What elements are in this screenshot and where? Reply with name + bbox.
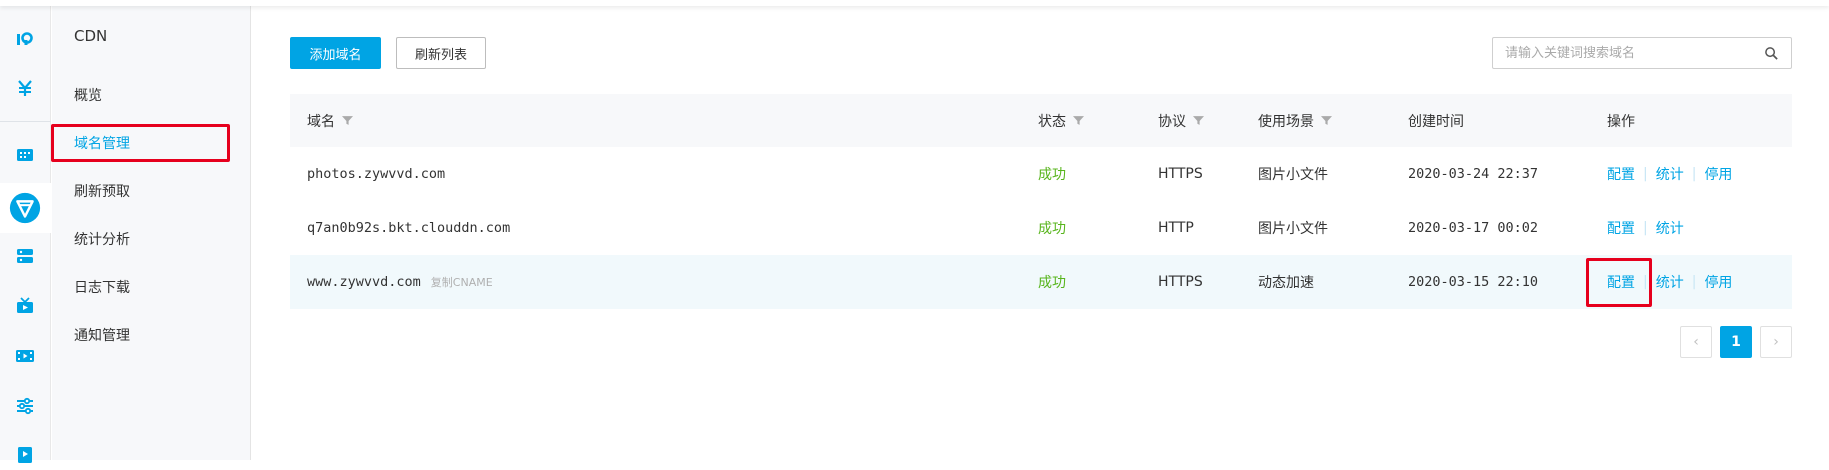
sidebar-item-statistics[interactable]: 统计分析 <box>74 229 130 249</box>
created-time-cell: 2020-03-24 22:37 <box>1408 166 1539 182</box>
protocol-cell: HTTP <box>1158 220 1194 236</box>
rail-divider <box>0 121 51 122</box>
sidebar-item-notification[interactable]: 通知管理 <box>74 325 130 345</box>
filter-icon[interactable] <box>1321 115 1332 126</box>
domain-cell[interactable]: q7an0b92s.bkt.clouddn.com <box>307 201 510 255</box>
refresh-list-button[interactable]: 刷新列表 <box>396 37 486 69</box>
status-cell: 成功 <box>1038 167 1066 183</box>
protocol-cell: HTTPS <box>1158 166 1203 182</box>
actions-cell: 配置 | 统计 <box>1607 201 1684 255</box>
search-icon[interactable] <box>1764 46 1779 61</box>
header-status-label: 状态 <box>1038 113 1066 130</box>
yen-icon[interactable] <box>9 72 41 104</box>
domain-cell: www.zywvvd.com 复制CNAME <box>307 255 493 309</box>
config-link[interactable]: 配置 <box>1607 218 1635 238</box>
header-scenario[interactable]: 使用场景 <box>1258 94 1332 147</box>
sidebar-item-overview[interactable]: 概览 <box>74 85 102 105</box>
video-icon[interactable] <box>9 340 41 372</box>
storage-icon[interactable] <box>9 240 41 272</box>
top-bar <box>0 0 1829 6</box>
header-status[interactable]: 状态 <box>1038 94 1084 147</box>
add-domain-button[interactable]: 添加域名 <box>290 37 381 69</box>
header-protocol-label: 协议 <box>1158 113 1186 130</box>
header-domain[interactable]: 域名 <box>307 94 353 147</box>
filter-icon[interactable] <box>1073 115 1084 126</box>
status-cell: 成功 <box>1038 275 1066 291</box>
pagination-next-button[interactable]: › <box>1760 326 1792 358</box>
table-row: q7an0b92s.bkt.clouddn.com 成功 HTTP 图片小文件 … <box>290 201 1792 255</box>
status-cell: 成功 <box>1038 221 1066 237</box>
filter-icon[interactable] <box>1193 115 1204 126</box>
config-link[interactable]: 配置 <box>1607 164 1635 184</box>
header-actions: 操作 <box>1607 113 1635 130</box>
stats-link[interactable]: 统计 <box>1656 164 1684 184</box>
sidebar-title: CDN <box>74 27 108 45</box>
brand-logo-icon[interactable] <box>9 23 41 55</box>
player-icon[interactable] <box>9 438 41 470</box>
scenario-cell: 图片小文件 <box>1258 167 1328 183</box>
settings-sliders-icon[interactable] <box>9 390 41 422</box>
disable-link[interactable]: 停用 <box>1704 164 1732 184</box>
pagination-prev-button[interactable]: ‹ <box>1680 326 1712 358</box>
domain-table: 域名 状态 协议 使用场景 创建时间 操作 photos.zywvvd.com … <box>290 94 1792 309</box>
highlight-box-config <box>1586 258 1652 307</box>
domain-search <box>1492 37 1792 69</box>
protocol-cell: HTTPS <box>1158 274 1203 290</box>
cdn-icon[interactable] <box>7 190 43 226</box>
highlight-box-domain-management <box>51 124 230 162</box>
header-scenario-label: 使用场景 <box>1258 113 1314 130</box>
domain-cell[interactable]: photos.zywvvd.com <box>307 147 445 201</box>
disable-link[interactable]: 停用 <box>1704 272 1732 292</box>
dashboard-icon[interactable] <box>9 139 41 171</box>
icon-rail <box>0 0 51 463</box>
scenario-cell: 动态加速 <box>1258 275 1314 291</box>
created-time-cell: 2020-03-15 22:10 <box>1408 274 1539 290</box>
created-time-cell: 2020-03-17 00:02 <box>1408 220 1539 236</box>
pagination-page-1[interactable]: 1 <box>1720 326 1752 358</box>
header-created-time: 创建时间 <box>1408 113 1464 130</box>
table-row: photos.zywvvd.com 成功 HTTPS 图片小文件 2020-03… <box>290 147 1792 201</box>
action-divider: | <box>1691 274 1697 290</box>
domain-name[interactable]: www.zywvvd.com <box>307 274 421 290</box>
stats-link[interactable]: 统计 <box>1656 218 1684 238</box>
header-domain-label: 域名 <box>307 113 335 130</box>
action-divider: | <box>1691 166 1697 182</box>
scenario-cell: 图片小文件 <box>1258 221 1328 237</box>
action-divider: | <box>1643 220 1648 236</box>
actions-cell: 配置 | 统计 | 停用 <box>1607 147 1732 201</box>
search-input[interactable] <box>1505 44 1755 62</box>
table-header: 域名 状态 协议 使用场景 创建时间 操作 <box>290 94 1792 147</box>
media-icon[interactable] <box>9 290 41 322</box>
header-protocol[interactable]: 协议 <box>1158 94 1204 147</box>
sidebar-item-refresh-prefetch[interactable]: 刷新预取 <box>74 181 130 201</box>
action-divider: | <box>1643 166 1648 182</box>
stats-link[interactable]: 统计 <box>1656 272 1684 292</box>
sidebar-item-log-download[interactable]: 日志下载 <box>74 277 130 297</box>
table-row: www.zywvvd.com 复制CNAME 成功 HTTPS 动态加速 202… <box>290 255 1792 309</box>
copy-cname-link[interactable]: 复制CNAME <box>431 274 493 290</box>
cdn-sidebar: CDN 概览 域名管理 刷新预取 统计分析 日志下载 通知管理 <box>52 0 251 460</box>
filter-icon[interactable] <box>342 115 353 126</box>
